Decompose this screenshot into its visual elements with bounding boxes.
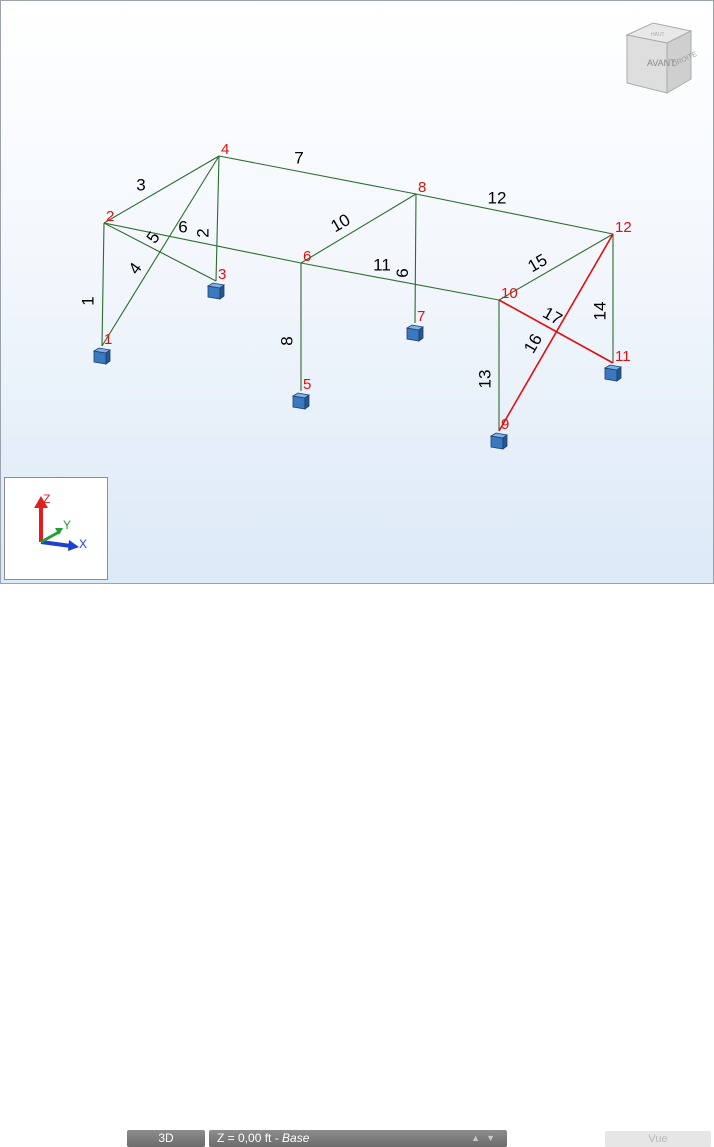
bar-label-8: 8 <box>277 336 296 345</box>
support-icon[interactable] <box>291 392 310 410</box>
support-icon[interactable] <box>206 282 225 300</box>
node-label-10: 10 <box>501 285 518 302</box>
bar-7[interactable] <box>218 155 417 195</box>
bar-1[interactable] <box>101 222 105 347</box>
view-label[interactable]: Vue <box>605 1131 711 1147</box>
bar-label-13: 13 <box>475 370 494 389</box>
view-cube-top-label[interactable]: HAUT <box>651 32 665 38</box>
node-label-9: 9 <box>501 416 509 433</box>
bar-label-2: 2 <box>193 228 212 237</box>
bar-label-7: 7 <box>294 148 303 167</box>
node-label-3: 3 <box>218 266 226 283</box>
bar-9[interactable] <box>414 193 417 324</box>
bar-label-5: 5 <box>143 228 164 247</box>
node-label-1: 1 <box>104 331 112 348</box>
y-axis-label: Y <box>63 518 71 532</box>
node-label-4: 4 <box>221 141 229 158</box>
level-name: Base <box>282 1131 310 1145</box>
status-bar: 3D Z = 0,00 ft - Base ▲▼ Vue <box>1 565 714 1147</box>
bar-label-11: 11 <box>373 255 391 274</box>
bar-10[interactable] <box>300 193 417 264</box>
support-icon[interactable] <box>603 364 622 382</box>
bar-3[interactable] <box>103 155 220 224</box>
node-label-7: 7 <box>417 308 425 325</box>
bar-4[interactable] <box>101 155 220 347</box>
bar-label-10: 10 <box>328 210 354 236</box>
node-label-5: 5 <box>303 376 311 393</box>
x-axis-label: X <box>79 537 87 551</box>
node-label-8: 8 <box>418 179 426 196</box>
bar-label-14: 14 <box>590 302 609 321</box>
support-icon[interactable] <box>92 347 111 365</box>
bar-label-12: 12 <box>488 188 507 207</box>
bar-label-3: 3 <box>136 175 145 194</box>
view-mode-tab[interactable]: 3D <box>127 1130 205 1147</box>
level-arrows-icon[interactable]: ▲▼ <box>471 1130 501 1147</box>
y-axis-arrow <box>40 530 60 544</box>
bar-label-9: 9 <box>393 268 412 277</box>
bar-2[interactable] <box>215 155 220 282</box>
bar-label-6: 6 <box>178 217 187 236</box>
bar-label-16: 16 <box>520 331 546 357</box>
x-axis-arrow <box>40 540 72 548</box>
bar-12[interactable] <box>415 193 614 235</box>
z-axis-label: Z <box>43 492 50 506</box>
view-cube[interactable]: AVANT DROITE HAUT <box>619 21 697 97</box>
node-label-2: 2 <box>106 208 114 225</box>
3d-viewport[interactable]: 1 2 3 4 5 6 7 8 9 10 11 12 1 2 3 4 5 6 7 8 9 10 11 12 13 14 15 16 17… <box>0 0 714 1147</box>
support-icon[interactable] <box>489 432 508 450</box>
level-prefix: Z = 0,00 ft - <box>217 1131 283 1145</box>
node-label-12: 12 <box>615 219 632 236</box>
node-label-11: 11 <box>615 348 631 365</box>
bar-16[interactable] <box>498 233 614 432</box>
bar-label-1: 1 <box>78 296 97 305</box>
node-label-6: 6 <box>303 248 311 265</box>
bar-label-4: 4 <box>125 259 146 278</box>
support-icon[interactable] <box>405 324 424 342</box>
level-selector[interactable]: Z = 0,00 ft - Base ▲▼ <box>209 1130 507 1147</box>
